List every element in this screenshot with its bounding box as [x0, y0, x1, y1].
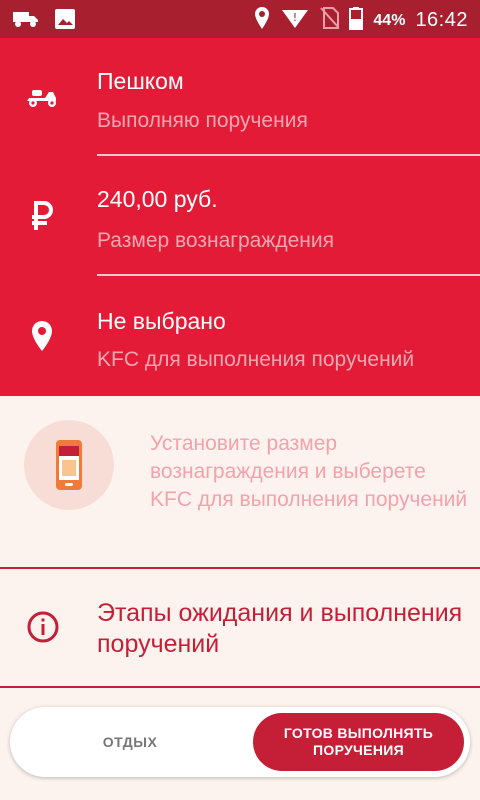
- wifi-icon: !: [281, 7, 309, 34]
- reward-row[interactable]: 240,00 руб. Размер вознаграждения: [0, 158, 480, 276]
- restaurant-subtitle: KFC для выполнения поручений: [97, 348, 415, 371]
- hint-illustration: [24, 420, 114, 510]
- svg-text:!: !: [293, 11, 297, 24]
- divider: [0, 567, 480, 569]
- status-toggle[interactable]: ОТДЫХ ГОТОВ ВЫПОЛНЯТЬ ПОРУЧЕНИЯ: [10, 707, 470, 777]
- battery-icon: [349, 6, 364, 35]
- reward-subtitle: Размер вознаграждения: [97, 229, 334, 252]
- settings-panel: Пешком Выполняю поручения 240,00 руб. Ра…: [0, 38, 480, 396]
- restaurant-title: Не выбрано: [97, 308, 226, 334]
- divider: [0, 686, 480, 688]
- scooter-icon: [22, 76, 62, 116]
- mode-row[interactable]: Пешком Выполняю поручения: [0, 38, 480, 156]
- ruble-icon: [22, 196, 62, 236]
- ready-button[interactable]: ГОТОВ ВЫПОЛНЯТЬ ПОРУЧЕНИЯ: [253, 713, 464, 771]
- battery-percent: 44%: [373, 11, 406, 29]
- reward-title: 240,00 руб.: [97, 186, 218, 212]
- info-icon: [26, 610, 60, 644]
- location-icon: [253, 6, 271, 35]
- phone-icon: [55, 439, 83, 496]
- location-pin-icon: [22, 316, 62, 356]
- truck-icon: [12, 9, 40, 34]
- image-icon: [54, 8, 76, 35]
- divider: [97, 274, 480, 276]
- status-bar: ! 44% 16:42: [0, 0, 480, 38]
- restaurant-row[interactable]: Не выбрано KFC для выполнения поручений: [0, 278, 480, 396]
- no-sim-icon: [319, 6, 341, 35]
- mode-title: Пешком: [97, 68, 184, 94]
- stages-label: Этапы ожидания и выполнения поручений: [97, 599, 463, 658]
- stages-row[interactable]: Этапы ожидания и выполнения поручений: [0, 570, 480, 686]
- rest-button[interactable]: ОТДЫХ: [10, 707, 250, 777]
- clock: 16:42: [415, 9, 468, 31]
- hint-text: Установите размер вознаграждения и выбер…: [150, 432, 468, 511]
- status-bar-right: ! 44% 16:42: [253, 6, 468, 35]
- status-bar-left: [12, 8, 76, 35]
- hint-block: Установите размер вознаграждения и выбер…: [0, 396, 480, 568]
- mode-subtitle: Выполняю поручения: [97, 109, 308, 132]
- divider: [97, 154, 480, 156]
